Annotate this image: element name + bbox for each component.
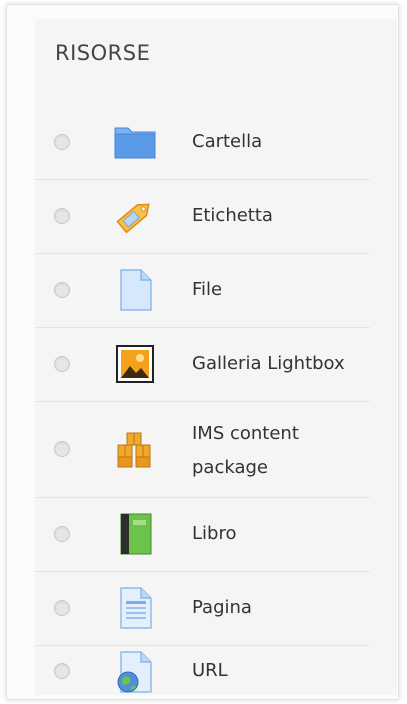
page-icon: [112, 585, 158, 631]
book-icon: [112, 511, 158, 557]
resource-item-label[interactable]: Etichetta: [35, 179, 370, 254]
resource-label-book: Libro: [192, 523, 237, 544]
resource-radio-url[interactable]: [54, 663, 70, 679]
resource-label-lightbox-gallery: Galleria Lightbox: [192, 353, 345, 374]
resource-radio-file[interactable]: [54, 282, 70, 298]
resource-item-folder[interactable]: Cartella: [35, 105, 370, 180]
resource-label-label: Etichetta: [192, 205, 273, 226]
resource-label-ims-line2: package: [192, 457, 268, 478]
resource-radio-folder[interactable]: [54, 134, 70, 150]
resource-label-page: Pagina: [192, 597, 252, 618]
file-icon: [112, 267, 158, 313]
section-title: RISORSE: [55, 41, 151, 65]
resource-radio-page[interactable]: [54, 600, 70, 616]
resource-label-file: File: [192, 279, 223, 300]
resource-item-ims-content-package[interactable]: IMS content package: [35, 401, 370, 498]
resource-label-ims-line1: IMS content: [192, 423, 299, 444]
resource-label-url: URL: [192, 660, 228, 681]
resource-radio-label[interactable]: [54, 208, 70, 224]
resource-chooser-frame: RISORSE Cartella Etichetta File Galleria…: [6, 4, 399, 700]
resource-radio-book[interactable]: [54, 526, 70, 542]
ims-package-icon: [112, 426, 158, 472]
image-gallery-icon: [112, 341, 158, 387]
resource-item-book[interactable]: Libro: [35, 497, 370, 572]
resource-item-page[interactable]: Pagina: [35, 571, 370, 646]
tag-icon: [112, 193, 158, 239]
resource-radio-lightbox-gallery[interactable]: [54, 356, 70, 372]
resource-radio-ims-content-package[interactable]: [54, 441, 70, 457]
resource-item-file[interactable]: File: [35, 253, 370, 328]
resource-label-folder: Cartella: [192, 131, 263, 152]
resource-item-lightbox-gallery[interactable]: Galleria Lightbox: [35, 327, 370, 402]
folder-icon: [112, 119, 158, 165]
url-globe-icon: [112, 649, 158, 695]
resources-panel: RISORSE Cartella Etichetta File Galleria…: [35, 19, 397, 695]
resource-item-url[interactable]: URL: [35, 645, 370, 695]
